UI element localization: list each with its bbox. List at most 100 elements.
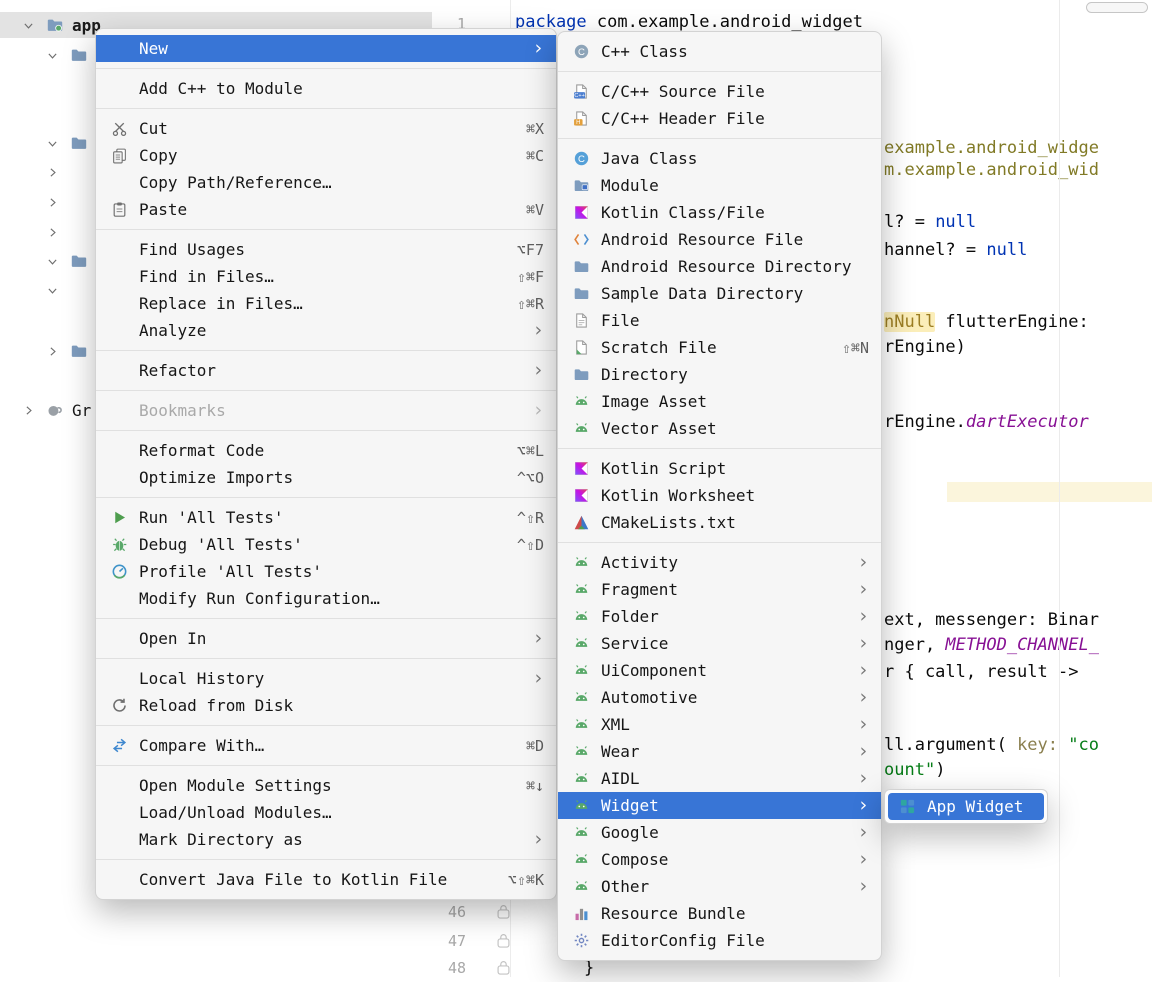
menu-item-widget[interactable]: Widget› (558, 792, 881, 819)
menu-item-scratch-file[interactable]: Scratch File⇧⌘N (558, 334, 881, 361)
menu-item-optimize-imports[interactable]: Optimize Imports^⌥O (96, 464, 556, 491)
menu-item-c-c-source-file[interactable]: C++C/C++ Source File (558, 78, 881, 105)
gutter-lock-icon[interactable] (497, 960, 510, 976)
no-icon (109, 174, 129, 192)
menu-item-refactor[interactable]: Refactor› (96, 357, 556, 384)
menu-item-file[interactable]: File (558, 307, 881, 334)
menu-item-replace-in-files[interactable]: Replace in Files…⇧⌘R (96, 290, 556, 317)
menu-item-find-in-files[interactable]: Find in Files…⇧⌘F (96, 263, 556, 290)
no-icon (109, 469, 129, 487)
menu-shortcut: ^⇧D (493, 536, 544, 554)
chevron-down-icon[interactable] (46, 42, 59, 68)
svg-text:C++: C++ (574, 93, 584, 99)
chevron-down-icon[interactable] (22, 12, 35, 38)
menu-item-sample-data-directory[interactable]: Sample Data Directory (558, 280, 881, 307)
menu-item-label: Cut (139, 119, 168, 138)
chevron-right-icon[interactable] (46, 159, 59, 185)
menu-item-open-in[interactable]: Open In› (96, 625, 556, 652)
menu-item-local-history[interactable]: Local History› (96, 665, 556, 692)
menu-item-editorconfig-file[interactable]: EditorConfig File (558, 927, 881, 954)
menu-item-directory[interactable]: Directory (558, 361, 881, 388)
menu-item-label: Reformat Code (139, 441, 264, 460)
menu-item-new[interactable]: New› (96, 35, 556, 62)
menu-item-cmakelists-txt[interactable]: CMakeLists.txt (558, 509, 881, 536)
menu-item-fragment[interactable]: Fragment› (558, 576, 881, 603)
menu-item-uicomponent[interactable]: UiComponent› (558, 657, 881, 684)
no-icon (109, 590, 129, 608)
menu-item-cut[interactable]: Cut⌘X (96, 115, 556, 142)
menu-item-label: Android Resource File (601, 230, 803, 249)
menu-item-compare-with[interactable]: Compare With…⌘D (96, 732, 556, 759)
chevron-down-icon[interactable] (46, 248, 59, 274)
menu-item-add-c-to-module[interactable]: Add C++ to Module (96, 75, 556, 102)
menu-item-run-all-tests[interactable]: Run 'All Tests'^⇧R (96, 504, 556, 531)
gutter-lock-icon[interactable] (497, 933, 510, 949)
menu-item-module[interactable]: Module (558, 172, 881, 199)
gutter-lock-icon[interactable] (497, 904, 510, 920)
menu-item-kotlin-worksheet[interactable]: Kotlin Worksheet (558, 482, 881, 509)
menu-item-kotlin-script[interactable]: Kotlin Script (558, 455, 881, 482)
chevron-right-icon[interactable] (46, 338, 59, 364)
chevron-right-icon[interactable] (46, 219, 59, 245)
paste-icon (109, 201, 129, 219)
menu-item-label: Service (601, 634, 668, 653)
menu-item-app-widget[interactable]: App Widget (888, 793, 1044, 820)
chevron-right-icon[interactable] (46, 189, 59, 215)
menu-item-service[interactable]: Service› (558, 630, 881, 657)
menu-item-java-class[interactable]: CJava Class (558, 145, 881, 172)
chevron-right-icon[interactable] (22, 397, 35, 423)
chevron-down-icon[interactable] (46, 277, 59, 303)
tree-item-label: Gr (72, 397, 91, 423)
menu-item-reload-from-disk[interactable]: Reload from Disk (96, 692, 556, 719)
menu-item-activity[interactable]: Activity› (558, 549, 881, 576)
menu-item-bookmarks[interactable]: Bookmarks› (96, 397, 556, 424)
folder-icon (571, 366, 591, 384)
menu-item-label: Paste (139, 200, 187, 219)
cpp-class-icon: C (571, 43, 591, 61)
menu-item-android-resource-file[interactable]: Android Resource File (558, 226, 881, 253)
menu-item-convert-java-file-to-kotlin-file[interactable]: Convert Java File to Kotlin File⌥⇧⌘K (96, 866, 556, 893)
submenu-arrow-icon: › (834, 742, 869, 761)
menu-item-label: AIDL (601, 769, 640, 788)
menu-item-c-class[interactable]: CC++ Class (558, 38, 881, 65)
menu-item-c-c-header-file[interactable]: HC/C++ Header File (558, 105, 881, 132)
menu-item-reformat-code[interactable]: Reformat Code⌥⌘L (96, 437, 556, 464)
submenu-arrow-icon: › (834, 715, 869, 734)
menu-item-modify-run-configuration[interactable]: Modify Run Configuration… (96, 585, 556, 612)
menu-item-other[interactable]: Other› (558, 873, 881, 900)
menu-item-automotive[interactable]: Automotive› (558, 684, 881, 711)
scrollbar-thumb[interactable] (1086, 2, 1148, 13)
svg-text:C: C (578, 154, 585, 165)
menu-item-find-usages[interactable]: Find Usages⌥F7 (96, 236, 556, 263)
menu-item-label: Run 'All Tests' (139, 508, 284, 527)
menu-item-wear[interactable]: Wear› (558, 738, 881, 765)
menu-item-label: Kotlin Worksheet (601, 486, 755, 505)
menu-item-mark-directory-as[interactable]: Mark Directory as› (96, 826, 556, 853)
chevron-down-icon[interactable] (46, 130, 59, 156)
android-icon (571, 716, 591, 734)
menu-item-load-unload-modules[interactable]: Load/Unload Modules… (96, 799, 556, 826)
menu-item-debug-all-tests[interactable]: Debug 'All Tests'^⇧D (96, 531, 556, 558)
kotlin-icon (571, 460, 591, 478)
menu-item-label: Add C++ to Module (139, 79, 303, 98)
menu-item-label: Replace in Files… (139, 294, 303, 313)
menu-item-copy-path-reference[interactable]: Copy Path/Reference… (96, 169, 556, 196)
menu-item-open-module-settings[interactable]: Open Module Settings⌘↓ (96, 772, 556, 799)
menu-item-copy[interactable]: Copy⌘C (96, 142, 556, 169)
menu-item-vector-asset[interactable]: Vector Asset (558, 415, 881, 442)
menu-item-paste[interactable]: Paste⌘V (96, 196, 556, 223)
menu-item-analyze[interactable]: Analyze› (96, 317, 556, 344)
menu-item-google[interactable]: Google› (558, 819, 881, 846)
menu-item-profile-all-tests[interactable]: Profile 'All Tests' (96, 558, 556, 585)
android-icon (571, 689, 591, 707)
menu-item-folder[interactable]: Folder› (558, 603, 881, 630)
menu-item-aidl[interactable]: AIDL› (558, 765, 881, 792)
svg-text:H: H (576, 120, 580, 126)
menu-item-image-asset[interactable]: Image Asset (558, 388, 881, 415)
code-line: r { call, result -> (884, 659, 1078, 686)
menu-item-compose[interactable]: Compose› (558, 846, 881, 873)
menu-item-android-resource-directory[interactable]: Android Resource Directory (558, 253, 881, 280)
menu-item-kotlin-class-file[interactable]: Kotlin Class/File (558, 199, 881, 226)
menu-item-xml[interactable]: XML› (558, 711, 881, 738)
menu-item-resource-bundle[interactable]: Resource Bundle (558, 900, 881, 927)
